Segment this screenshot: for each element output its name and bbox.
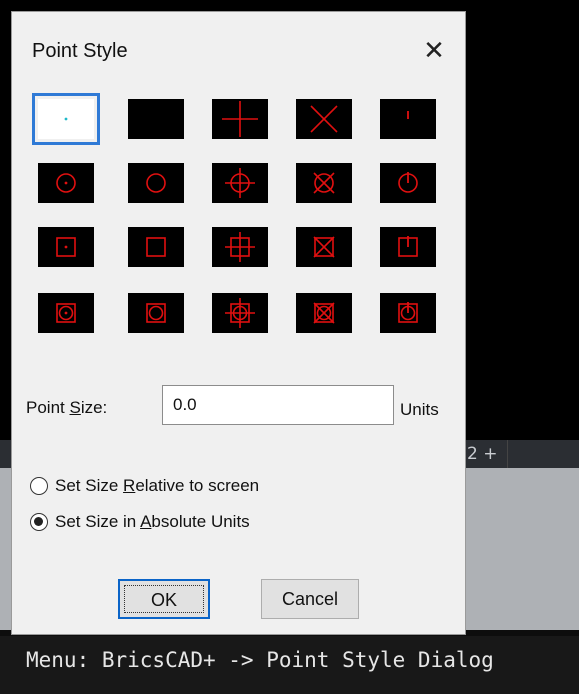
point-style-square-circle-x[interactable]	[296, 293, 352, 333]
point-style-square-tick[interactable]	[380, 227, 436, 267]
point-style-tick[interactable]	[380, 99, 436, 139]
point-style-square-dot-icon	[38, 227, 94, 267]
point-style-square-plus[interactable]	[212, 227, 268, 267]
point-size-input[interactable]	[162, 385, 394, 425]
point-style-circle-tick[interactable]	[380, 163, 436, 203]
point-style-circle-x-icon	[296, 163, 352, 203]
point-style-square-circle-tick[interactable]	[380, 293, 436, 333]
radio-absolute-label: Set Size in Absolute Units	[55, 512, 250, 531]
point-style-circle-dot[interactable]	[38, 163, 94, 203]
point-style-dot[interactable]	[32, 93, 100, 145]
ok-button[interactable]: OK	[118, 579, 210, 619]
point-style-square-plus-icon	[212, 227, 268, 267]
point-style-square-icon	[128, 227, 184, 267]
cancel-button[interactable]: Cancel	[261, 579, 359, 619]
radio-button-relative[interactable]	[30, 477, 48, 495]
point-style-circle-plus-icon	[212, 163, 268, 203]
point-style-square-circle-icon	[128, 293, 184, 333]
point-style-square-x-icon	[296, 227, 352, 267]
point-style-circle-plus[interactable]	[212, 163, 268, 203]
command-line-text: Menu: BricsCAD+ -> Point Style Dialog	[26, 648, 494, 672]
point-style-square-circle-dot[interactable]	[38, 293, 94, 333]
point-style-x[interactable]	[296, 99, 352, 139]
focus-indicator	[124, 585, 204, 613]
point-style-plus[interactable]	[212, 99, 268, 139]
point-style-square[interactable]	[128, 227, 184, 267]
point-style-square-dot[interactable]	[38, 227, 94, 267]
point-style-circle-dot-icon	[38, 163, 94, 203]
point-style-square-circle-tick-icon	[380, 293, 436, 333]
radio-relative-label: Set Size Relative to screen	[55, 476, 260, 495]
point-style-square-circle[interactable]	[128, 293, 184, 333]
point-style-square-x[interactable]	[296, 227, 352, 267]
close-button[interactable]: ✕	[414, 30, 454, 70]
point-style-none-icon	[128, 99, 184, 139]
point-style-dot-icon	[38, 99, 94, 139]
point-style-square-circle-dot-icon	[38, 293, 94, 333]
point-style-circle-tick-icon	[380, 163, 436, 203]
radio-button-absolute[interactable]	[30, 513, 48, 531]
dialog-title: Point Style	[32, 40, 128, 62]
point-style-x-icon	[296, 99, 352, 139]
point-style-none[interactable]	[128, 99, 184, 139]
point-style-square-tick-icon	[380, 227, 436, 267]
point-style-circle[interactable]	[128, 163, 184, 203]
point-style-square-circle-plus-icon	[212, 293, 268, 333]
point-style-circle-icon	[128, 163, 184, 203]
point-style-square-circle-plus[interactable]	[212, 293, 268, 333]
point-style-tick-icon	[380, 99, 436, 139]
point-size-label: Point Size:	[26, 398, 108, 417]
units-label: Units	[400, 400, 439, 419]
point-style-square-circle-x-icon	[296, 293, 352, 333]
point-style-plus-icon	[212, 99, 268, 139]
point-style-circle-x[interactable]	[296, 163, 352, 203]
point-style-dialog: Point Style ✕ Point Size: Units Set Size…	[11, 11, 466, 635]
